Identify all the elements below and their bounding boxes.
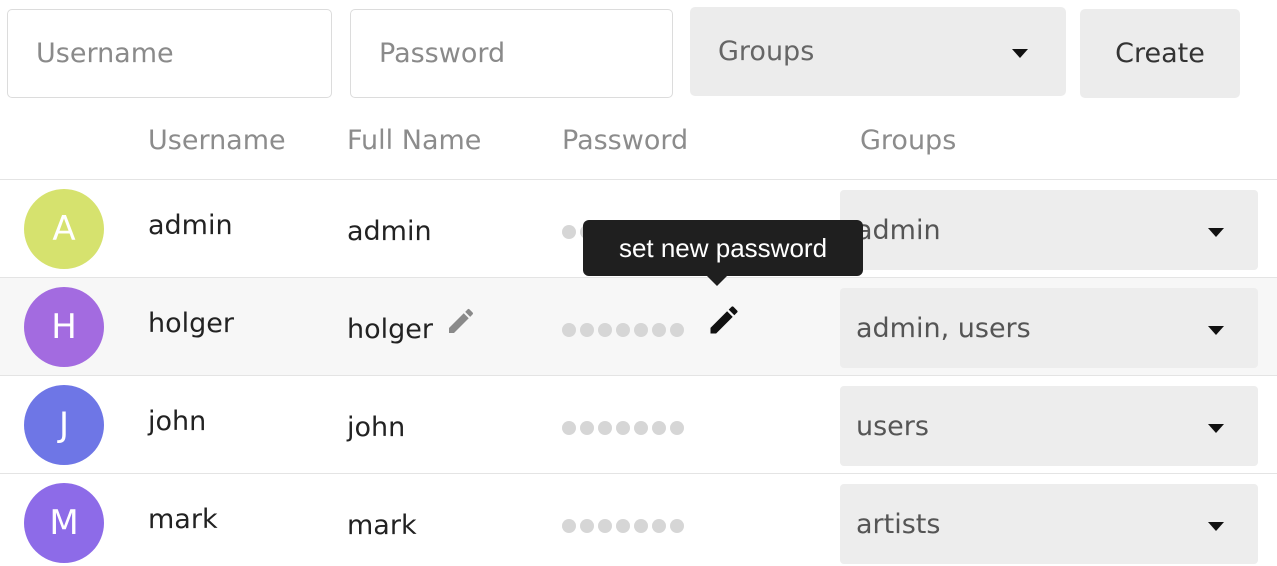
username-cell: holger [148, 308, 234, 339]
tooltip-arrow [707, 276, 727, 286]
password-placeholder: Password [379, 38, 506, 69]
new-password-input[interactable]: Password [350, 9, 673, 98]
user-row: J john john users [0, 375, 1277, 473]
set-password-tooltip: set new password [583, 220, 863, 276]
password-mask[interactable] [562, 519, 684, 533]
caret-down-icon [1208, 326, 1224, 335]
pencil-icon[interactable] [445, 305, 477, 341]
caret-down-icon [1208, 228, 1224, 237]
avatar: J [24, 385, 104, 465]
avatar-initial: M [49, 503, 79, 543]
user-groups-value: users [856, 410, 929, 442]
username-cell: admin [148, 210, 233, 241]
user-groups-value: admin, users [856, 312, 1031, 344]
user-groups-select[interactable]: admin [840, 190, 1258, 270]
caret-down-icon [1208, 424, 1224, 433]
user-groups-value: admin [856, 214, 941, 246]
header-fullname: Full Name [347, 125, 482, 156]
caret-down-icon [1012, 49, 1028, 58]
fullname-cell[interactable]: holger [347, 314, 433, 345]
user-groups-select[interactable]: users [840, 386, 1258, 466]
tooltip-text: set new password [618, 232, 828, 263]
avatar-initial: A [52, 209, 76, 249]
user-row: M mark mark artists [0, 473, 1277, 566]
avatar: M [24, 483, 104, 563]
username-placeholder: Username [36, 38, 174, 69]
fullname-cell[interactable]: john [347, 412, 405, 443]
header-groups: Groups [860, 125, 957, 156]
user-groups-select[interactable]: artists [840, 484, 1258, 564]
avatar: A [24, 189, 104, 269]
username-cell: john [148, 406, 207, 437]
avatar: H [24, 287, 104, 367]
fullname-cell[interactable]: mark [347, 510, 417, 541]
create-user-button[interactable]: Create [1080, 9, 1240, 98]
header-password: Password [562, 125, 689, 156]
password-mask[interactable] [562, 323, 684, 337]
header-username: Username [148, 125, 286, 156]
new-username-input[interactable]: Username [7, 9, 332, 98]
user-row: H holger holger admin, users [0, 277, 1277, 375]
new-user-groups-select[interactable]: Groups [690, 7, 1066, 96]
password-mask[interactable] [562, 421, 684, 435]
username-cell: mark [148, 504, 218, 535]
fullname-cell[interactable]: admin [347, 216, 432, 247]
user-groups-value: artists [856, 508, 941, 540]
pencil-icon[interactable] [706, 302, 742, 342]
caret-down-icon [1208, 522, 1224, 531]
avatar-initial: J [58, 405, 70, 445]
groups-placeholder: Groups [718, 36, 815, 67]
user-groups-select[interactable]: admin, users [840, 288, 1258, 368]
avatar-initial: H [51, 307, 77, 347]
